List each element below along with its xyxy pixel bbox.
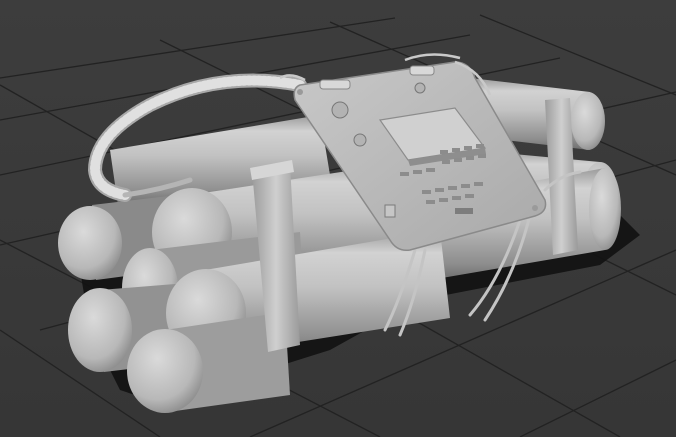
panel-screw-1 [297,89,303,95]
panel-clip [384,204,396,218]
dial-knob-3 [414,82,426,94]
toggle-switch-1 [319,79,351,90]
3d-viewport[interactable] [0,0,676,437]
panel-screw-2 [532,205,538,211]
toggle-switch-2 [409,65,435,76]
render-canvas [0,0,676,437]
panel-slot [455,208,473,214]
dial-knob-1 [331,101,349,119]
dial-knob-2 [353,133,367,147]
